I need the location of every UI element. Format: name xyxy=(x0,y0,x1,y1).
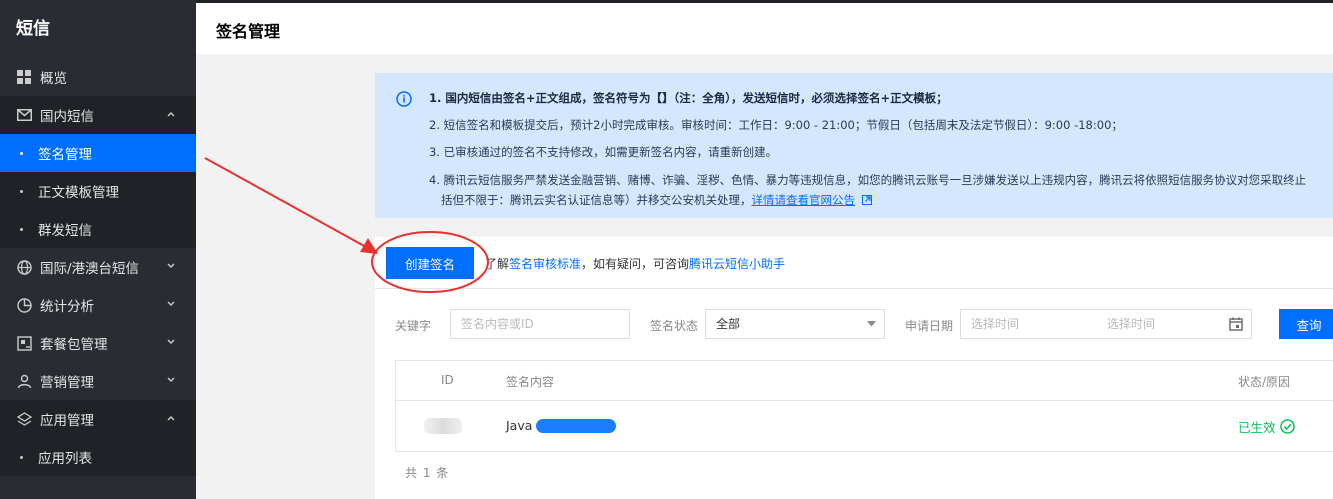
sidebar-item-label: 国际/港澳台短信 xyxy=(40,261,140,277)
sidebar-group-domestic: 国内短信 签名管理 正文模板管理 群发短信 xyxy=(0,96,196,248)
caret-down-icon xyxy=(867,321,876,327)
notice-line-2: 2. 短信签名和模板提交后，预计2小时完成审核。审核时间：工作日：9:00 - … xyxy=(429,118,1123,132)
assistant-link[interactable]: 腾讯云短信小助手 xyxy=(689,257,785,271)
column-header-content: 签名内容 xyxy=(506,375,555,389)
check-circle-icon xyxy=(1279,419,1295,434)
bullet-dot-icon xyxy=(20,151,23,155)
date-start-placeholder: 选择时间 xyxy=(971,317,1020,331)
page-header: 签名管理 xyxy=(196,0,1333,54)
dashboard-grid-icon xyxy=(16,69,32,85)
sidebar-subitem-bulk-sms[interactable]: 群发短信 xyxy=(0,210,196,248)
status-select[interactable]: 全部 xyxy=(705,309,885,339)
sidebar-subitem-label: 应用列表 xyxy=(38,451,92,467)
chevron-down-icon xyxy=(167,377,175,382)
chevron-up-icon xyxy=(167,416,175,421)
chevron-down-icon xyxy=(167,301,175,306)
chevron-down-icon xyxy=(167,339,175,344)
signature-content: Java xyxy=(506,418,533,433)
page-title: 签名管理 xyxy=(216,22,281,41)
total-count: 共 1 条 xyxy=(405,466,450,480)
keyword-placeholder: 签名内容或ID xyxy=(461,317,534,331)
status-label: 签名状态 xyxy=(650,319,699,333)
sidebar-item-label: 统计分析 xyxy=(40,299,94,315)
column-header-id: ID xyxy=(441,373,454,387)
helper-prefix: 了解 xyxy=(485,257,510,271)
sidebar-subitem-signature[interactable]: 签名管理 xyxy=(0,134,196,172)
sidebar-item-label: 应用管理 xyxy=(40,413,94,429)
status-cell: 已生效 xyxy=(1238,417,1295,436)
package-icon xyxy=(16,335,32,351)
calendar-icon[interactable] xyxy=(1229,317,1243,331)
sidebar-item-overview[interactable]: 概览 xyxy=(0,58,196,96)
sidebar-subitem-label: 正文模板管理 xyxy=(38,185,119,201)
date-end-placeholder: 选择时间 xyxy=(1107,317,1156,331)
sidebar-item-statistics[interactable]: 统计分析 xyxy=(0,286,196,324)
pie-chart-icon xyxy=(16,297,32,313)
chevron-down-icon xyxy=(167,263,175,268)
layers-icon xyxy=(16,411,32,427)
brand-title: 短信 xyxy=(16,19,50,39)
sidebar-item-label: 国内短信 xyxy=(40,109,94,125)
sidebar-item-app-management[interactable]: 应用管理 xyxy=(0,400,196,438)
external-link-icon[interactable] xyxy=(861,195,872,205)
user-icon xyxy=(16,373,32,389)
sidebar-item-packages[interactable]: 套餐包管理 xyxy=(0,324,196,362)
status-select-value: 全部 xyxy=(716,317,741,331)
date-range-picker[interactable]: 选择时间 选择时间 xyxy=(960,309,1252,339)
signature-list-card: 创建签名 了解签名审核标准，如有疑问，可咨询腾讯云短信小助手 关键字 签名内容或… xyxy=(375,237,1333,499)
sidebar-subitem-label: 签名管理 xyxy=(38,147,92,163)
notice-line-1: 1. 国内短信由签名+正文组成，签名符号为【】（注：全角），发送短信时，必须选择… xyxy=(429,91,948,105)
table-header: ID 签名内容 状态/原因 xyxy=(396,361,1333,401)
sidebar-item-label: 概览 xyxy=(40,71,67,87)
column-header-status: 状态/原因 xyxy=(1238,375,1291,389)
bullet-dot-icon xyxy=(20,189,23,193)
sidebar-group-apps: 应用管理 应用列表 xyxy=(0,400,196,476)
notice-banner: 1. 国内短信由签名+正文组成，签名符号为【】（注：全角），发送短信时，必须选择… xyxy=(375,73,1333,218)
notice-line-4: 4. 腾讯云短信服务严禁发送金融营销、赌博、诈骗、淫秽、色情、暴力等违规信息，如… xyxy=(429,173,1307,187)
sidebar: 短信 概览 国内短信 签名管理 正文模板管理 群发短信 国际/港澳台短信 统计分… xyxy=(0,0,196,499)
notice-line-4-cont: 括但不限于：腾讯云实名认证信息等）并移交公安机关处理，详情请查看官网公告 xyxy=(429,192,1333,208)
helper-text: 了解签名审核标准，如有疑问，可咨询腾讯云短信小助手 xyxy=(485,255,785,272)
query-button[interactable]: 查询 xyxy=(1279,309,1333,339)
sidebar-item-domestic-sms[interactable]: 国内短信 xyxy=(0,96,196,134)
sidebar-item-marketing[interactable]: 营销管理 xyxy=(0,362,196,400)
create-signature-button[interactable]: 创建签名 xyxy=(386,247,474,279)
bullet-dot-icon xyxy=(20,455,23,459)
sidebar-item-label: 套餐包管理 xyxy=(40,337,108,353)
table-row[interactable]: Java 已生效 xyxy=(396,401,1333,451)
mail-icon xyxy=(16,107,32,123)
id-redacted xyxy=(424,418,462,434)
sidebar-subitem-app-list[interactable]: 应用列表 xyxy=(0,438,196,476)
keyword-input[interactable]: 签名内容或ID xyxy=(450,309,630,339)
divider xyxy=(375,288,1333,289)
keyword-label: 关键字 xyxy=(395,319,432,333)
signature-table: ID 签名内容 状态/原因 Java 已生效 xyxy=(395,360,1333,452)
chevron-up-icon xyxy=(167,112,175,117)
redaction-mark xyxy=(536,419,616,433)
announcement-link[interactable]: 详情请查看官网公告 xyxy=(752,193,856,207)
globe-icon xyxy=(16,259,32,275)
notice-line-3: 3. 已审核通过的签名不支持修改，如需更新签名内容，请重新创建。 xyxy=(429,145,778,159)
status-text: 已生效 xyxy=(1238,420,1276,435)
sidebar-subitem-label: 群发短信 xyxy=(38,223,92,239)
review-standard-link[interactable]: 签名审核标准 xyxy=(509,257,581,271)
sidebar-subitem-templates[interactable]: 正文模板管理 xyxy=(0,172,196,210)
bullet-dot-icon xyxy=(20,227,23,231)
annotation-arrow-line xyxy=(204,157,367,248)
helper-mid: ，如有疑问，可咨询 xyxy=(581,257,690,271)
notice-line-4-text: 括但不限于：腾讯云实名认证信息等）并移交公安机关处理， xyxy=(441,193,752,207)
sidebar-item-international[interactable]: 国际/港澳台短信 xyxy=(0,248,196,286)
sidebar-item-label: 营销管理 xyxy=(40,375,94,391)
info-icon xyxy=(396,91,412,107)
date-label: 申请日期 xyxy=(905,319,954,333)
